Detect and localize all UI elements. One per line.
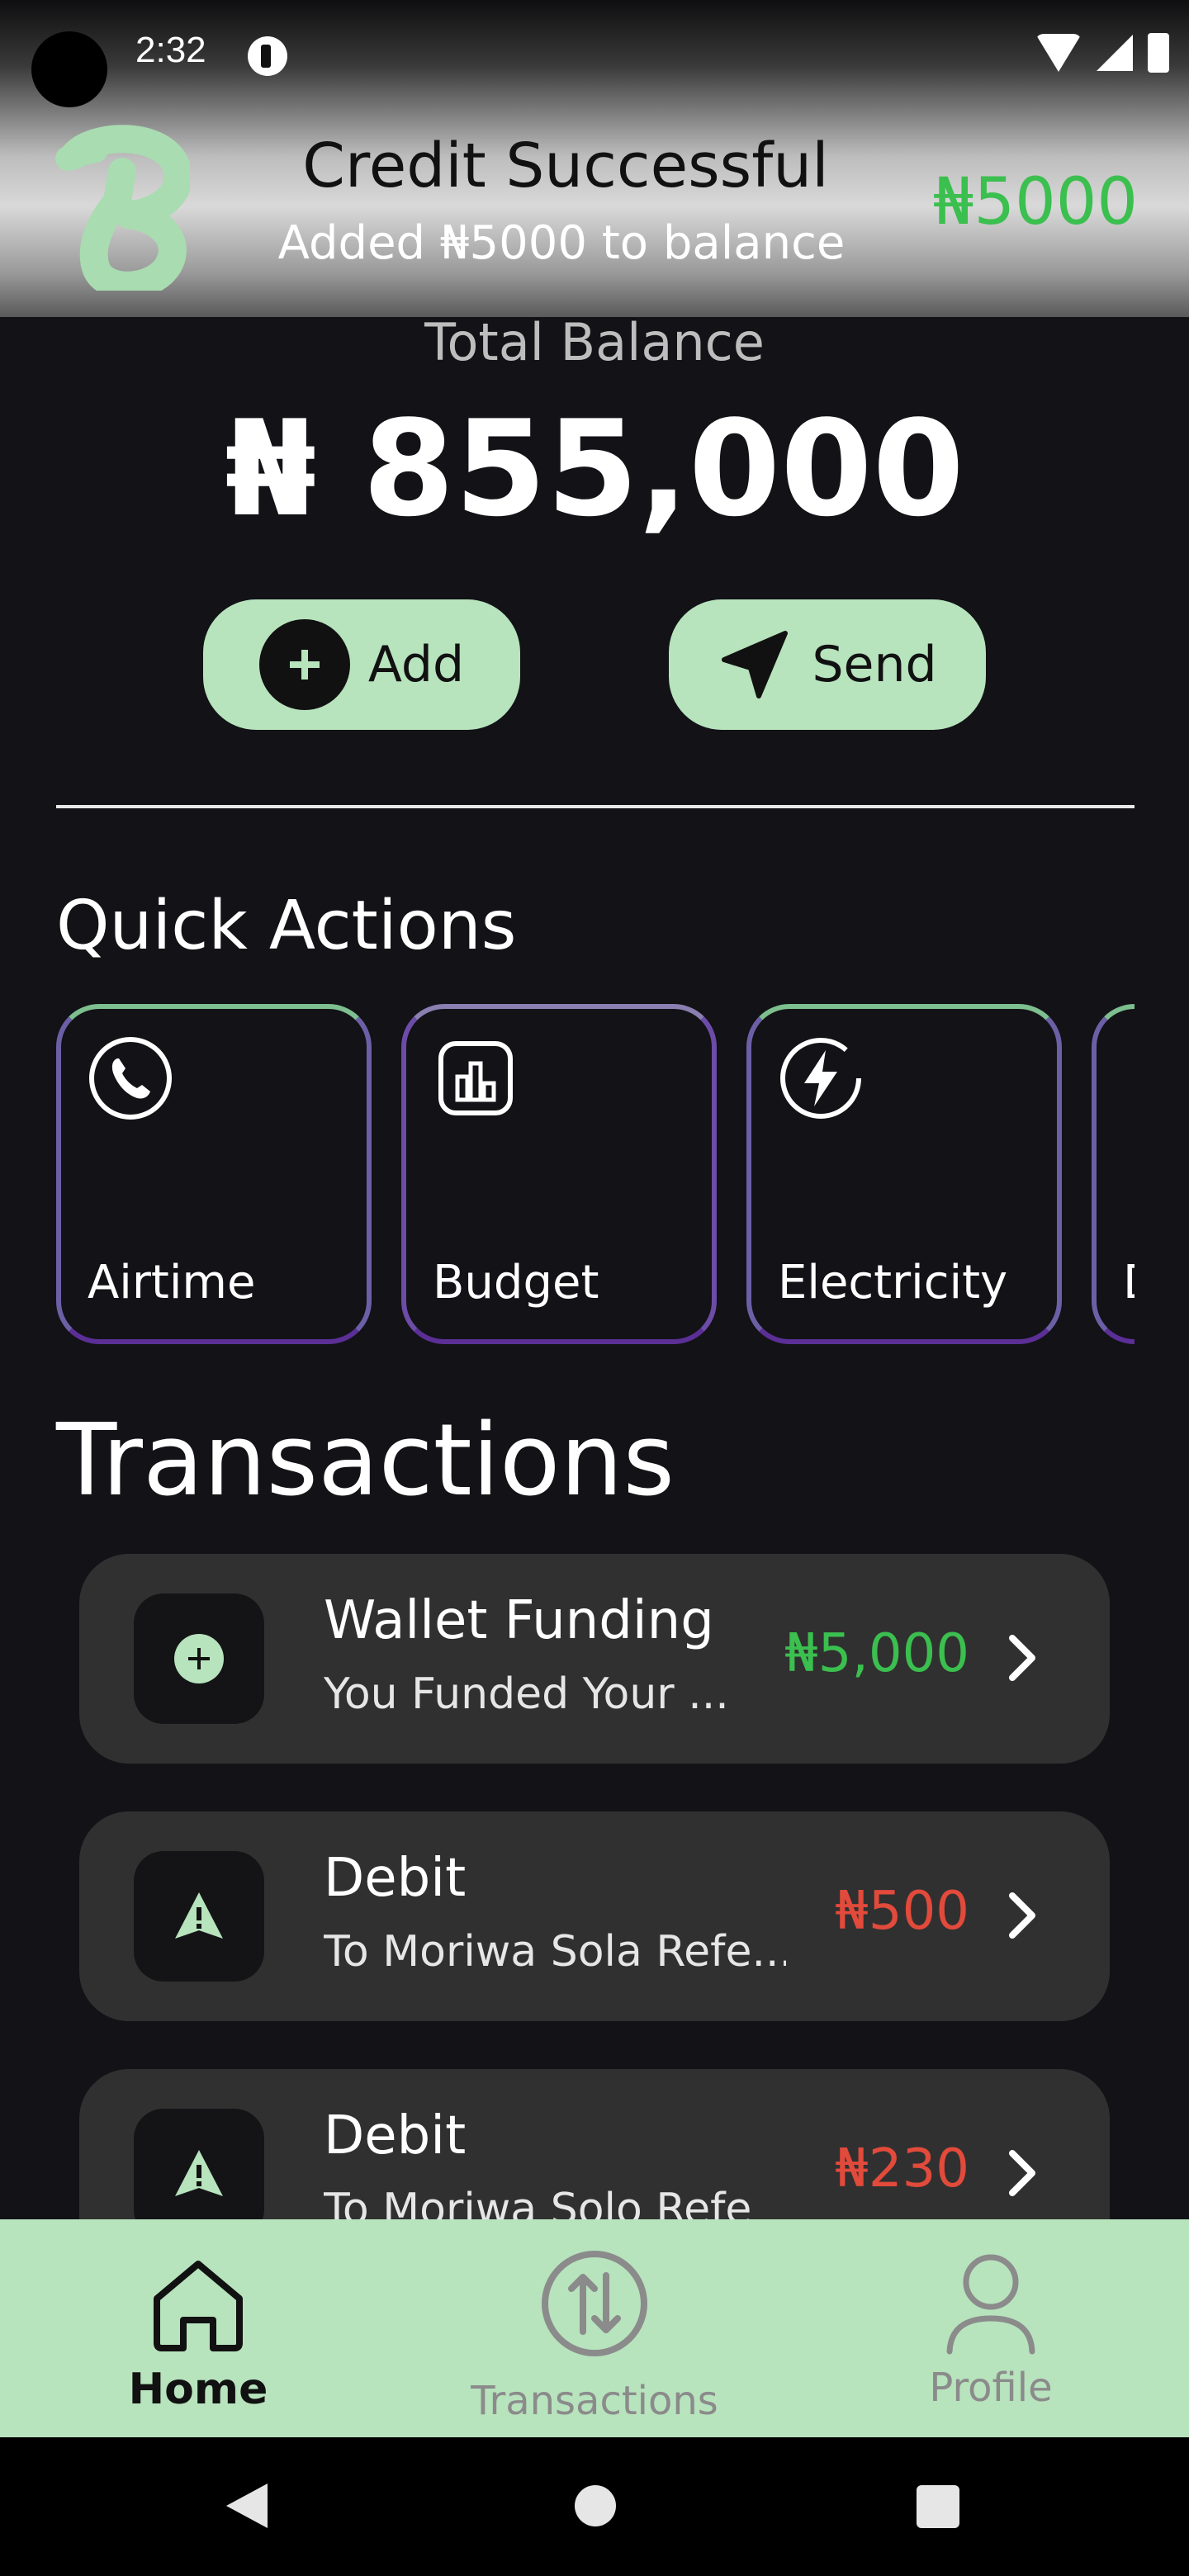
transaction-name: Debit [324,2105,467,2166]
chevron-right-icon [1009,1635,1035,1681]
home-icon [154,2261,243,2351]
transaction-amount: ₦500 [835,1881,969,1942]
transaction-desc: To Moriwa Solo Refe [324,2185,752,2219]
transaction-row[interactable]: Debit To Moriwa Sola Refe... ₦500 [79,1811,1110,2021]
transactions-section: Transactions Wallet Funding You Funded Y… [0,0,1189,2219]
transaction-amount: ₦230 [835,2138,969,2200]
chevron-right-icon [1009,1892,1035,1939]
nav-transactions[interactable]: Transactions [429,2219,760,2437]
alert-triangle-icon [175,1892,223,1939]
transfer-arrows-icon [542,2251,647,2356]
transaction-name: Wallet Funding [324,1590,714,1651]
chevron-right-icon [1009,2150,1035,2196]
transaction-icon-box [134,2109,264,2219]
transaction-row[interactable]: Debit To Moriwa Solo Refe ₦230 [79,2069,1110,2219]
plus-icon [174,1634,224,1683]
transaction-row[interactable]: Wallet Funding You Funded Your ... ₦5,00… [79,1554,1110,1764]
nav-home[interactable]: Home [116,2219,281,2437]
recent-apps-icon[interactable] [917,2485,959,2528]
nav-home-label: Home [128,2365,268,2414]
transaction-amount: ₦5,000 [784,1623,969,1684]
home-circle-icon[interactable] [575,2485,616,2526]
transaction-desc: You Funded Your ... [324,1669,729,1719]
transaction-desc: To Moriwa Sola Refe... [324,1927,786,1977]
transactions-title: Transactions [56,1404,675,1518]
back-icon[interactable] [226,2484,268,2528]
transaction-icon-box [134,1851,264,1982]
nav-profile-label: Profile [929,2365,1053,2411]
alert-triangle-icon [175,2150,223,2196]
bottom-nav: Home Transactions Profile [0,2219,1189,2437]
transaction-icon-box [134,1593,264,1724]
system-nav-bar [0,2437,1189,2576]
nav-profile[interactable]: Profile [892,2219,1090,2437]
transaction-name: Debit [324,1848,467,1909]
nav-transactions-label: Transactions [471,2378,718,2424]
user-icon [946,2254,1035,2355]
